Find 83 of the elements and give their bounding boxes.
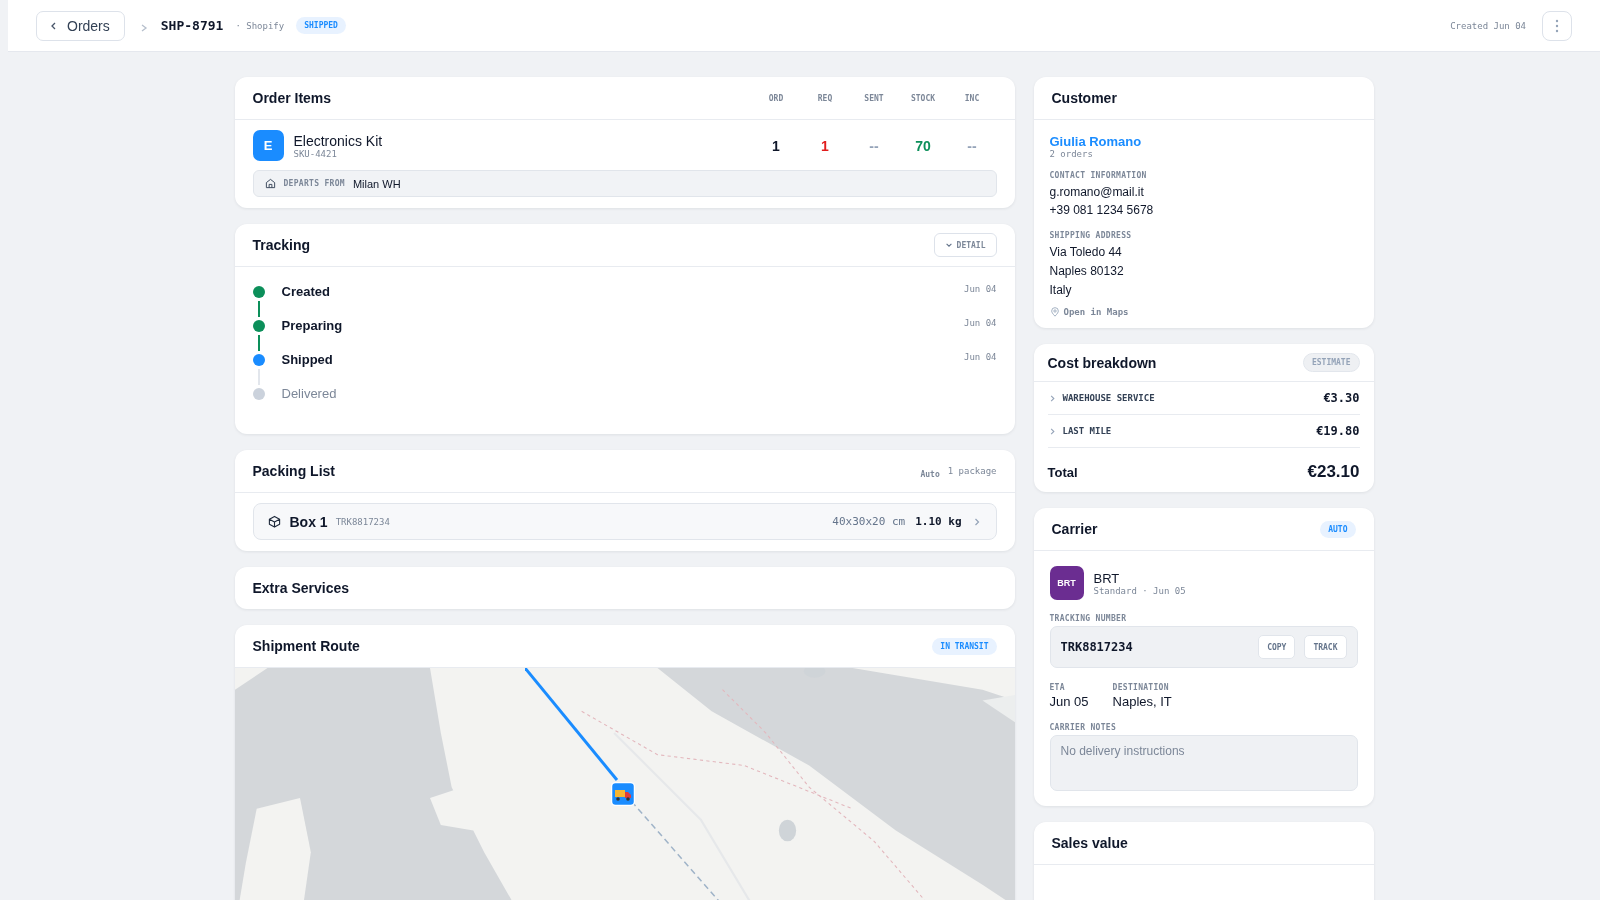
route-status-badge: IN TRANSIT	[932, 637, 997, 655]
column-header: REQ	[816, 93, 834, 103]
order-source: · Shopify	[235, 20, 285, 31]
address-line: Via Toledo 44	[1049, 244, 1123, 261]
section-label: CONTACT INFORMATION	[1049, 171, 1148, 180]
map-pin-icon	[1049, 307, 1060, 317]
step-label: Delivered	[281, 386, 337, 401]
address-line: Italy	[1049, 282, 1073, 299]
card-title: Cost breakdown	[1047, 354, 1157, 371]
carrier-name: BRT	[1093, 570, 1121, 586]
back-button[interactable]: Orders	[36, 10, 125, 41]
truck-icon	[610, 782, 635, 806]
card-title: Extra Services	[252, 580, 350, 596]
quantity-value: 70	[914, 137, 932, 154]
item-name: Electronics Kit	[293, 132, 383, 149]
quantity-value: --	[966, 137, 978, 154]
contact-line: g.romano@mail.it	[1049, 184, 1145, 201]
column-header: ORD	[767, 93, 785, 103]
packing-mode: Auto	[920, 469, 940, 479]
column-header: STOCK	[909, 93, 937, 103]
box-icon	[267, 515, 281, 528]
step-label: Preparing	[281, 318, 343, 333]
box-tracking: TRK8817234	[335, 516, 390, 527]
eta-value: Jun 05	[1049, 694, 1089, 709]
address-line: Naples 80132	[1049, 263, 1125, 280]
box-dimensions: 40x30x20 cm	[832, 515, 906, 528]
carrier-logo: BRT	[1049, 566, 1084, 600]
eta-label: ETA	[1049, 683, 1066, 692]
column-header: INC	[963, 93, 981, 103]
destination-label: DESTINATION	[1112, 683, 1170, 692]
cost-amount: €19.80	[1316, 424, 1360, 438]
detail-button[interactable]: DETAIL	[933, 233, 997, 257]
section-label: TRACKING NUMBER	[1049, 614, 1128, 623]
order-count: 2 orders	[1049, 149, 1094, 159]
box-weight: 1.10 kg	[915, 515, 962, 528]
quantity-value: --	[868, 137, 880, 154]
departs-location: Milan WH	[352, 177, 401, 190]
package-count: 1 package	[947, 466, 997, 476]
open-in-maps-link[interactable]: Open in Maps	[1049, 307, 1358, 317]
card-title: Tracking	[252, 237, 311, 253]
tracking-number: TRK8817234	[1060, 640, 1133, 654]
customer-name-link[interactable]: Giulia Romano	[1049, 134, 1358, 149]
destination-value: Naples, IT	[1112, 694, 1172, 709]
carrier-service: Standard · Jun 05	[1093, 585, 1186, 596]
item-avatar: E	[252, 130, 284, 161]
cost-label: LAST MILE	[1062, 426, 1112, 436]
quantity-value: 1	[771, 137, 781, 154]
card-title: Customer	[1051, 90, 1117, 106]
card-title: Sales value	[1051, 835, 1128, 851]
step-label: Created	[281, 284, 330, 299]
step-label: Shipped	[281, 352, 333, 367]
card-title: Order Items	[252, 90, 332, 106]
created-date: Created Jun 04	[1450, 20, 1526, 31]
total-amount: €23.10	[1307, 462, 1360, 482]
card-title: Shipment Route	[252, 638, 360, 654]
track-button[interactable]: TRACK	[1304, 635, 1347, 659]
more-icon	[1555, 18, 1559, 33]
quantity-value: 1	[820, 137, 830, 154]
chevron-down-icon	[944, 241, 953, 249]
package-row[interactable]: Box 1 TRK8817234 40x30x20 cm 1.10 kg	[252, 503, 997, 540]
carrier-notes-field[interactable]: No delivery instructions	[1049, 735, 1358, 791]
more-button[interactable]	[1542, 10, 1572, 41]
copy-button[interactable]: COPY	[1258, 635, 1296, 659]
box-name: Box 1	[289, 513, 328, 530]
estimate-badge: ESTIMATE	[1302, 353, 1360, 372]
cost-label: WAREHOUSE SERVICE	[1062, 393, 1155, 403]
order-id: SHP-8791	[160, 18, 224, 33]
item-sku: SKU-4421	[293, 148, 338, 159]
section-label: CARRIER NOTES	[1049, 723, 1117, 732]
auto-badge: AUTO	[1320, 520, 1356, 538]
step-date: Jun 04	[964, 352, 997, 362]
contact-line: +39 081 1234 5678	[1049, 202, 1155, 219]
card-title: Carrier	[1051, 521, 1098, 537]
warehouse-icon	[264, 178, 276, 189]
departs-label: DEPARTS FROM	[283, 179, 345, 188]
column-header: SENT	[863, 93, 885, 103]
section-label: SHIPPING ADDRESS	[1049, 231, 1133, 240]
total-label: Total	[1047, 464, 1078, 480]
step-date: Jun 04	[964, 284, 997, 294]
card-title: Packing List	[252, 463, 335, 479]
step-date: Jun 04	[964, 318, 997, 328]
cost-amount: €3.30	[1323, 391, 1360, 405]
status-badge: SHIPPED	[296, 17, 346, 34]
